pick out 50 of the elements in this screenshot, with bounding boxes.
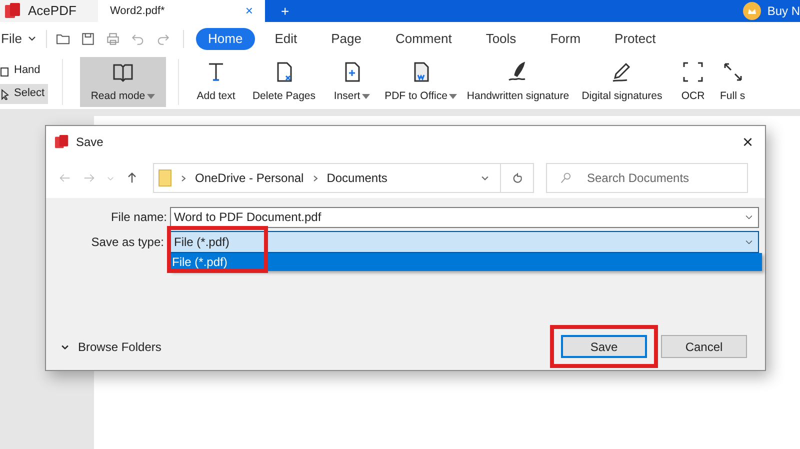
print-icon[interactable] [105, 30, 121, 46]
toolbar-button[interactable]: Handwritten signature [465, 55, 571, 109]
toolbar-button[interactable]: Digital signatures [578, 55, 666, 109]
refresh-icon[interactable] [510, 172, 524, 184]
chevron-right-icon [181, 174, 186, 182]
mode-button[interactable]: Hand [0, 60, 48, 80]
toolbar-button[interactable]: PDF to Office [384, 55, 458, 109]
close-tab-button[interactable]: × [245, 1, 253, 21]
toolbar-button[interactable]: Full s [720, 55, 746, 109]
ribbon-tab[interactable]: Comment [381, 28, 466, 50]
scan-frame-icon [681, 60, 705, 84]
dialog-button[interactable]: Save [561, 335, 647, 358]
mode-button[interactable]: Select [0, 84, 48, 104]
app-logo-icon [54, 135, 70, 149]
toolbar-button[interactable]: Delete Pages [248, 55, 320, 109]
address-bar[interactable]: OneDrive - Personal Documents [153, 163, 534, 193]
ribbon-tab[interactable]: Tools [472, 28, 530, 50]
app-logo-icon [4, 3, 22, 19]
buy-now-link[interactable]: Buy N [767, 2, 800, 20]
folder-icon [158, 169, 172, 187]
chevron-down-icon [28, 36, 36, 41]
field-label: File name: [110, 209, 168, 226]
toolbar-button[interactable]: Read mode [80, 57, 166, 107]
app-name: AcePDF [28, 2, 76, 20]
field-label: Save as type: [90, 234, 165, 251]
search-icon [559, 171, 573, 185]
chevron-right-icon [312, 174, 318, 182]
close-button[interactable]: × [742, 133, 753, 151]
save-icon[interactable] [80, 30, 96, 46]
file-type-dropdown[interactable]: File (*.pdf) [170, 231, 759, 253]
ribbon-tab[interactable]: Form [536, 28, 595, 50]
file-name-field[interactable]: Word to PDF Document.pdf [170, 206, 759, 228]
dialog-title: Save [76, 134, 104, 151]
file-menu[interactable]: File [0, 28, 44, 48]
dropdown-option[interactable]: File (*.pdf) [170, 253, 762, 271]
dialog-button[interactable]: Cancel [661, 335, 747, 358]
breadcrumb-item[interactable]: OneDrive - Personal [195, 169, 304, 187]
pointer-icon [0, 88, 10, 100]
search-field[interactable]: Search Documents [546, 163, 748, 193]
toolbar-button[interactable]: OCR [673, 55, 713, 109]
toolbar-button[interactable]: Add text [191, 55, 241, 109]
toolbar-button[interactable]: Insert [327, 55, 377, 109]
ribbon-tab[interactable]: Edit [260, 28, 312, 50]
crown-icon [743, 2, 762, 20]
ribbon-tab[interactable]: Protect [600, 28, 670, 50]
ribbon-tab[interactable]: Page [317, 28, 376, 50]
new-tab-button[interactable]: + [281, 0, 290, 22]
ribbon-tab[interactable]: Home [196, 28, 255, 50]
browse-folders-toggle[interactable]: Browse Folders [60, 338, 162, 356]
breadcrumb-item[interactable]: Documents [326, 169, 388, 187]
